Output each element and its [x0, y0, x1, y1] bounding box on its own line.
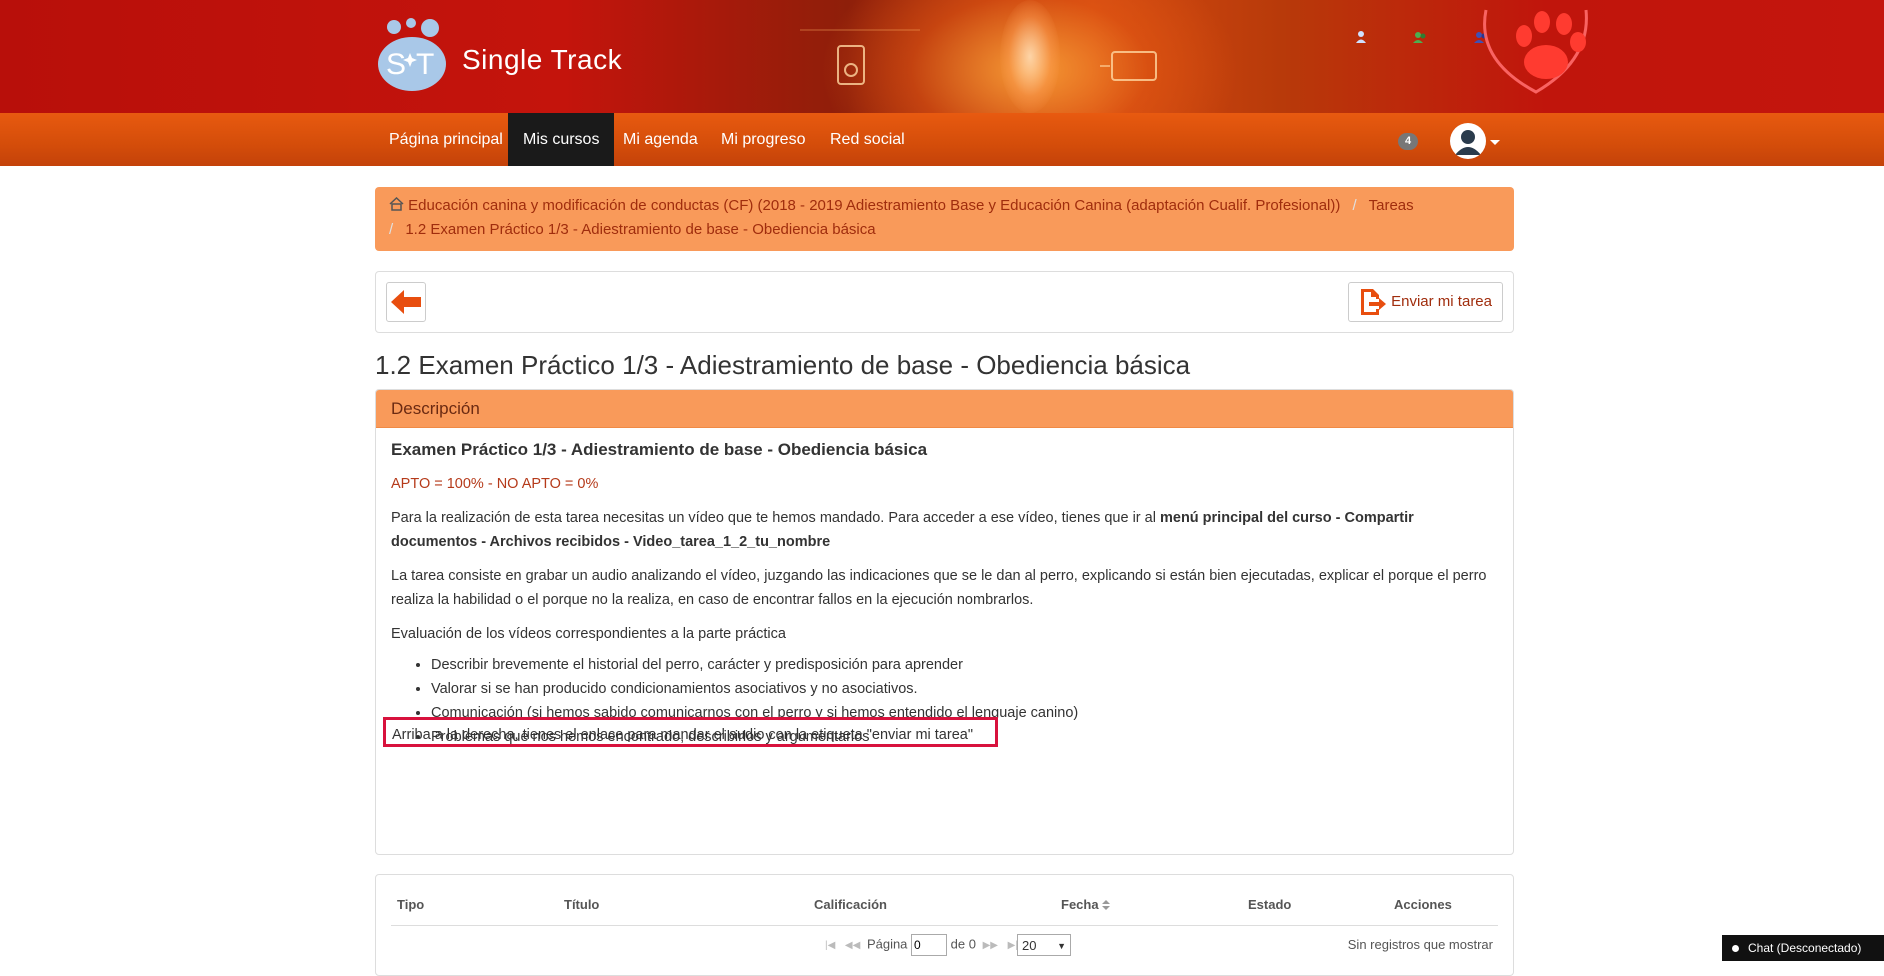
column-header-actions[interactable]: Acciones — [1394, 897, 1452, 912]
sort-icon — [1102, 900, 1111, 910]
device-icons-decoration — [800, 29, 1157, 85]
prev-page-icon[interactable]: ◀◀ — [842, 940, 863, 951]
site-header: S T Single Track — [0, 0, 1884, 113]
svg-text:S: S — [386, 48, 406, 81]
date-label: Fecha — [1061, 897, 1099, 912]
page-label: Página — [866, 936, 908, 952]
avatar-user-icon — [1451, 124, 1485, 158]
description-panel: Descripción Examen Práctico 1/3 - Adiest… — [375, 389, 1514, 855]
back-button[interactable] — [386, 282, 426, 322]
pager: |◀ ◀◀ Página de 0 ▶▶ ▶| — [822, 934, 1021, 956]
chevron-down-icon: ▼ — [1057, 941, 1066, 951]
page-number-input[interactable] — [911, 934, 948, 956]
column-header-grade[interactable]: Calificación — [814, 897, 887, 912]
notification-badge[interactable]: 4 — [1398, 133, 1418, 150]
chat-status-icon — [1732, 945, 1739, 952]
breadcrumb-current[interactable]: 1.2 Examen Práctico 1/3 - Adiestramiento… — [405, 221, 875, 238]
arrow-left-icon — [391, 290, 421, 314]
nav-progress[interactable]: Mi progreso — [706, 113, 820, 166]
next-page-icon[interactable]: ▶▶ — [980, 940, 1001, 951]
action-toolbar: Enviar mi tarea — [375, 271, 1514, 333]
send-task-button[interactable]: Enviar mi tarea — [1348, 282, 1503, 322]
breadcrumb-line-1: Educación canina y modificación de condu… — [389, 196, 1414, 214]
site-logo[interactable]: S T Single Track — [378, 18, 638, 94]
first-page-icon[interactable]: |◀ — [822, 940, 838, 951]
description-subtitle: Examen Práctico 1/3 - Adiestramiento de … — [391, 440, 928, 459]
nav-home[interactable]: Página principal — [374, 113, 518, 166]
column-header-status[interactable]: Estado — [1248, 897, 1291, 912]
nav-agenda[interactable]: Mi agenda — [608, 113, 713, 166]
send-task-label: Enviar mi tarea — [1391, 293, 1492, 310]
user-menu-caret-icon[interactable] — [1490, 140, 1500, 145]
chat-widget[interactable]: Chat (Desconectado) — [1722, 935, 1884, 961]
breadcrumb-separator: / — [389, 221, 394, 238]
page-title: 1.2 Examen Práctico 1/3 - Adiestramiento… — [375, 350, 1191, 380]
table-header-divider — [391, 925, 1498, 926]
send-document-icon — [1361, 289, 1387, 315]
breadcrumb-separator: / — [1352, 197, 1357, 214]
breadcrumb-line-2: / 1.2 Examen Práctico 1/3 - Adiestramien… — [389, 221, 876, 238]
breadcrumb-tasks-link[interactable]: Tareas — [1369, 197, 1414, 214]
page-count: de 0 — [950, 936, 976, 952]
chat-label: Chat (Desconectado) — [1748, 941, 1862, 955]
main-navbar: Página principal Mis cursos Mi agenda Mi… — [0, 113, 1884, 166]
breadcrumb: Educación canina y modificación de condu… — [375, 187, 1514, 251]
rows-per-page-select[interactable]: 20 ▼ — [1017, 934, 1071, 956]
column-header-type[interactable]: Tipo — [397, 897, 424, 912]
nav-my-courses[interactable]: Mis cursos — [508, 113, 615, 166]
svg-text:T: T — [416, 48, 434, 81]
paragraph-1-text: Para la realización de esta tarea necesi… — [391, 510, 1160, 526]
grading-criteria: APTO = 100% - NO APTO = 0% — [391, 476, 599, 492]
panel-heading: Descripción — [376, 390, 1513, 428]
empty-records-text: Sin registros que mostrar — [1347, 937, 1493, 952]
description-paragraph-2: La tarea consiste en grabar un audio ana… — [391, 568, 1487, 608]
nav-social[interactable]: Red social — [815, 113, 920, 166]
description-paragraph-3: Evaluación de los vídeos correspondiente… — [391, 626, 786, 642]
user-avatar[interactable] — [1450, 123, 1486, 159]
logo-text: Single Track — [462, 44, 623, 75]
rows-per-page-value: 20 — [1022, 938, 1037, 953]
breadcrumb-course-link[interactable]: Educación canina y modificación de condu… — [408, 197, 1340, 214]
users-online-icon[interactable] — [1413, 30, 1427, 44]
paw-heart-logo-icon — [1483, 9, 1588, 94]
user-status-icon[interactable] — [1354, 30, 1368, 44]
list-item: Valorar si se han producido condicionami… — [431, 677, 1078, 701]
list-item: Describir brevemente el historial del pe… — [431, 653, 1078, 677]
column-header-date[interactable]: Fecha — [1061, 897, 1111, 912]
column-header-title[interactable]: Título — [564, 897, 599, 912]
logo-mark-icon: S T — [378, 18, 446, 91]
home-icon[interactable] — [389, 196, 404, 211]
description-paragraph-1: Para la realización de esta tarea necesi… — [391, 506, 1496, 554]
highlighted-note: Arriba a la derecha, tienes el enlace pa… — [383, 717, 998, 747]
